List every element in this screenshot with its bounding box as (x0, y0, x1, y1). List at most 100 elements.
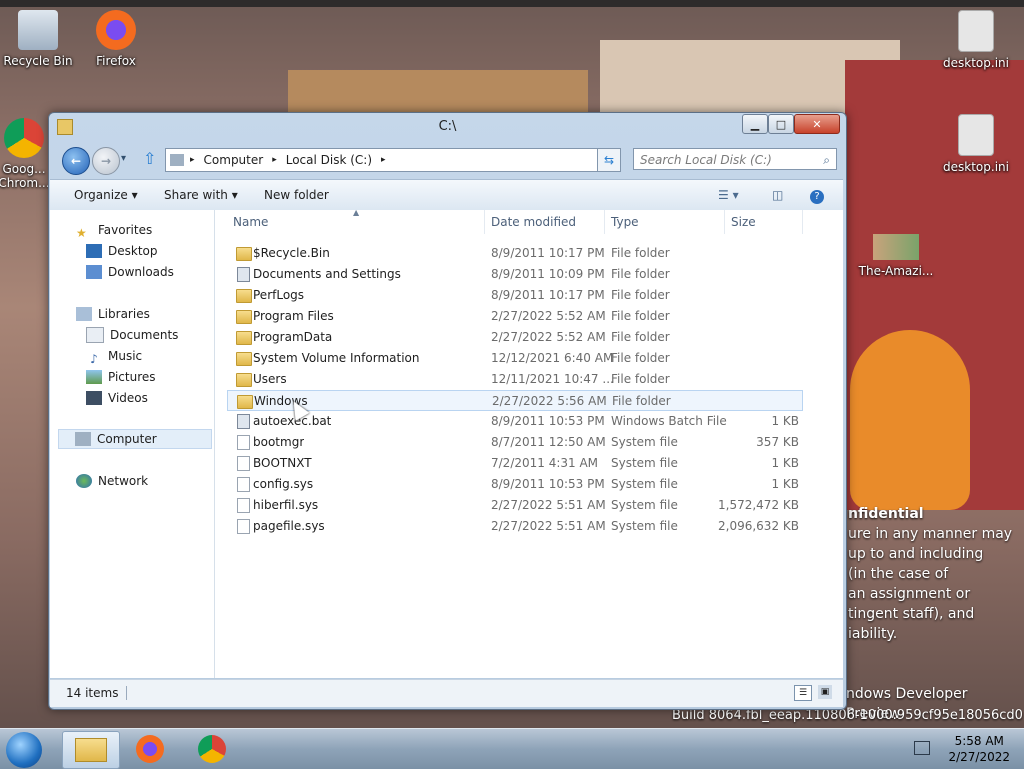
nav-label: Videos (108, 391, 148, 405)
table-row[interactable]: Documents and Settings 8/9/2011 10:09 PM F… (227, 264, 803, 285)
watermark-line: up to and including (848, 546, 984, 562)
clock[interactable]: 5:58 AM 2/27/2022 (948, 733, 1010, 765)
nav-downloads[interactable]: Downloads (86, 262, 174, 282)
shortcut-folder-icon (237, 267, 250, 282)
taskbar-firefox[interactable] (122, 731, 178, 767)
table-row[interactable]: config.sys 8/9/2011 10:53 PM System file 1 … (227, 474, 803, 495)
column-label: Date modified (491, 215, 577, 229)
file-name: hiberfil.sys (253, 498, 319, 512)
table-row[interactable]: Users 12/11/2021 10:47 ... File folder (227, 369, 803, 390)
recent-pages-chevron-icon[interactable]: ▾ (121, 153, 126, 164)
nav-libraries[interactable]: Libraries (76, 304, 150, 324)
table-row[interactable]: pagefile.sys 2/27/2022 5:51 AM System file… (227, 516, 803, 537)
network-tray-icon[interactable] (914, 741, 930, 755)
nav-label: Documents (110, 328, 179, 342)
table-row[interactable]: ProgramData 2/27/2022 5:52 AM File folder (227, 327, 803, 348)
desktop-icon-label: Recycle Bin (3, 54, 73, 68)
table-row[interactable]: autoexec.bat 8/9/2011 10:53 PM Windows Bat… (227, 411, 803, 432)
search-input[interactable]: Search Local Disk (C:) ⌕ (633, 148, 837, 170)
desktop-icon-chrome[interactable]: Goog... Chrom... (0, 118, 52, 190)
command-bar: Organize ▾ Share with ▾ New folder ☰ ▾ ◫… (50, 179, 843, 211)
file-date: 8/9/2011 10:09 PM (491, 267, 605, 281)
table-row[interactable]: bootmgr 8/7/2011 12:50 AM System file 357 K… (227, 432, 803, 453)
taskbar-chrome[interactable] (184, 731, 240, 767)
file-name: bootmgr (253, 435, 305, 449)
close-button[interactable]: ✕ (794, 114, 840, 134)
minimize-button[interactable]: ▁ (742, 114, 768, 134)
nav-videos[interactable]: Videos (86, 388, 148, 408)
details-view-icon[interactable]: ☰ (794, 685, 812, 701)
new-folder-button[interactable]: New folder (264, 180, 329, 210)
organize-button[interactable]: Organize ▾ (74, 180, 138, 210)
column-header-size[interactable]: Size (725, 210, 803, 234)
nav-computer[interactable]: Computer (58, 429, 212, 449)
column-label: Size (731, 215, 756, 229)
desktop-icon-desktop-ini-1[interactable]: desktop.ini (938, 10, 1014, 70)
nav-desktop[interactable]: Desktop (86, 241, 158, 261)
file-name: PerfLogs (253, 288, 305, 302)
file-date: 12/12/2021 6:40 AM (491, 351, 614, 365)
watermark-line: an assignment or (848, 586, 971, 602)
folder-icon (236, 289, 252, 303)
large-icons-view-icon[interactable]: ▣ (818, 685, 832, 699)
file-size: 357 KB (756, 435, 799, 449)
desktop-icon-firefox[interactable]: Firefox (80, 10, 152, 68)
system-file-icon (237, 477, 250, 492)
watermark-line: iability. (848, 626, 898, 642)
recycle-bin-icon (18, 10, 58, 50)
file-date: 7/2/2011 4:31 AM (491, 456, 599, 470)
table-row[interactable]: System Volume Information 12/12/2021 6:40… (227, 348, 803, 369)
view-options-icon[interactable]: ☰ ▾ (718, 180, 739, 210)
nav-network[interactable]: Network (76, 471, 148, 491)
nav-music[interactable]: ♪ Music (86, 346, 142, 366)
preview-pane-icon[interactable]: ◫ (772, 180, 783, 210)
column-header-type[interactable]: Type (605, 210, 725, 234)
watermark-line: nfidential (848, 506, 924, 522)
explorer-window[interactable]: C:\ ▁ □ ✕ ← → ▾ ⇧ ▸ Computer ▸ Local Dis… (48, 112, 847, 710)
breadcrumb-local-disk[interactable]: Local Disk (C:) (283, 153, 375, 167)
start-button[interactable] (6, 732, 42, 768)
breadcrumb-computer[interactable]: Computer (201, 153, 267, 167)
file-type: File folder (611, 246, 670, 260)
nav-pictures[interactable]: Pictures (86, 367, 156, 387)
nav-favorites[interactable]: ★ Favorites (76, 220, 152, 240)
table-row[interactable]: hiberfil.sys 2/27/2022 5:51 AM System file… (227, 495, 803, 516)
navigation-pane: ★ Favorites Desktop Downloads Libraries D… (50, 210, 215, 678)
breadcrumb-separator-icon[interactable]: ▸ (381, 155, 386, 165)
table-row[interactable]: Program Files 2/27/2022 5:52 AM File folde… (227, 306, 803, 327)
maximize-button[interactable]: □ (768, 114, 794, 134)
share-with-button[interactable]: Share with ▾ (164, 180, 238, 210)
file-type: File folder (612, 394, 671, 408)
back-button[interactable]: ← (62, 147, 90, 175)
table-row[interactable]: PerfLogs 8/9/2011 10:17 PM File folder (227, 285, 803, 306)
desktop-icon-recycle-bin[interactable]: Recycle Bin (2, 10, 74, 68)
breadcrumb-separator-icon[interactable]: ▸ (272, 155, 277, 165)
file-size: 1,572,472 KB (718, 498, 799, 512)
table-row-hovered[interactable]: Windows 2/27/2022 5:56 AM File folder (227, 390, 803, 411)
pictures-icon (86, 370, 102, 384)
folder-icon (236, 352, 252, 366)
up-arrow-icon[interactable]: ⇧ (143, 149, 156, 168)
item-count: 14 items (66, 686, 128, 700)
system-file-icon (237, 435, 250, 450)
address-bar[interactable]: ▸ Computer ▸ Local Disk (C:) ▸ ▾ (165, 148, 621, 172)
folder-icon (236, 310, 252, 324)
breadcrumb-separator-icon[interactable]: ▸ (190, 155, 195, 165)
table-row[interactable]: $Recycle.Bin 8/9/2011 10:17 PM File folder (227, 243, 803, 264)
file-type: File folder (611, 288, 670, 302)
nav-label: Downloads (108, 265, 174, 279)
desktop-icon-desktop-ini-2[interactable]: desktop.ini (938, 114, 1014, 174)
refresh-button[interactable]: ⇆ (597, 148, 621, 172)
table-row[interactable]: BOOTNXT 7/2/2011 4:31 AM System file 1 KB (227, 453, 803, 474)
column-label: Type (611, 215, 639, 229)
file-date: 8/9/2011 10:17 PM (491, 288, 605, 302)
nav-documents[interactable]: Documents (86, 325, 178, 345)
column-header-date[interactable]: Date modified (485, 210, 605, 234)
documents-icon (86, 327, 104, 343)
desktop-icon-video[interactable]: The-Amazi... (858, 234, 934, 278)
file-type: Windows Batch File (611, 414, 727, 428)
help-icon[interactable]: ? (810, 180, 824, 210)
taskbar: 5:58 AM 2/27/2022 (0, 728, 1024, 769)
taskbar-explorer[interactable] (62, 731, 120, 769)
forward-button[interactable]: → (92, 147, 120, 175)
